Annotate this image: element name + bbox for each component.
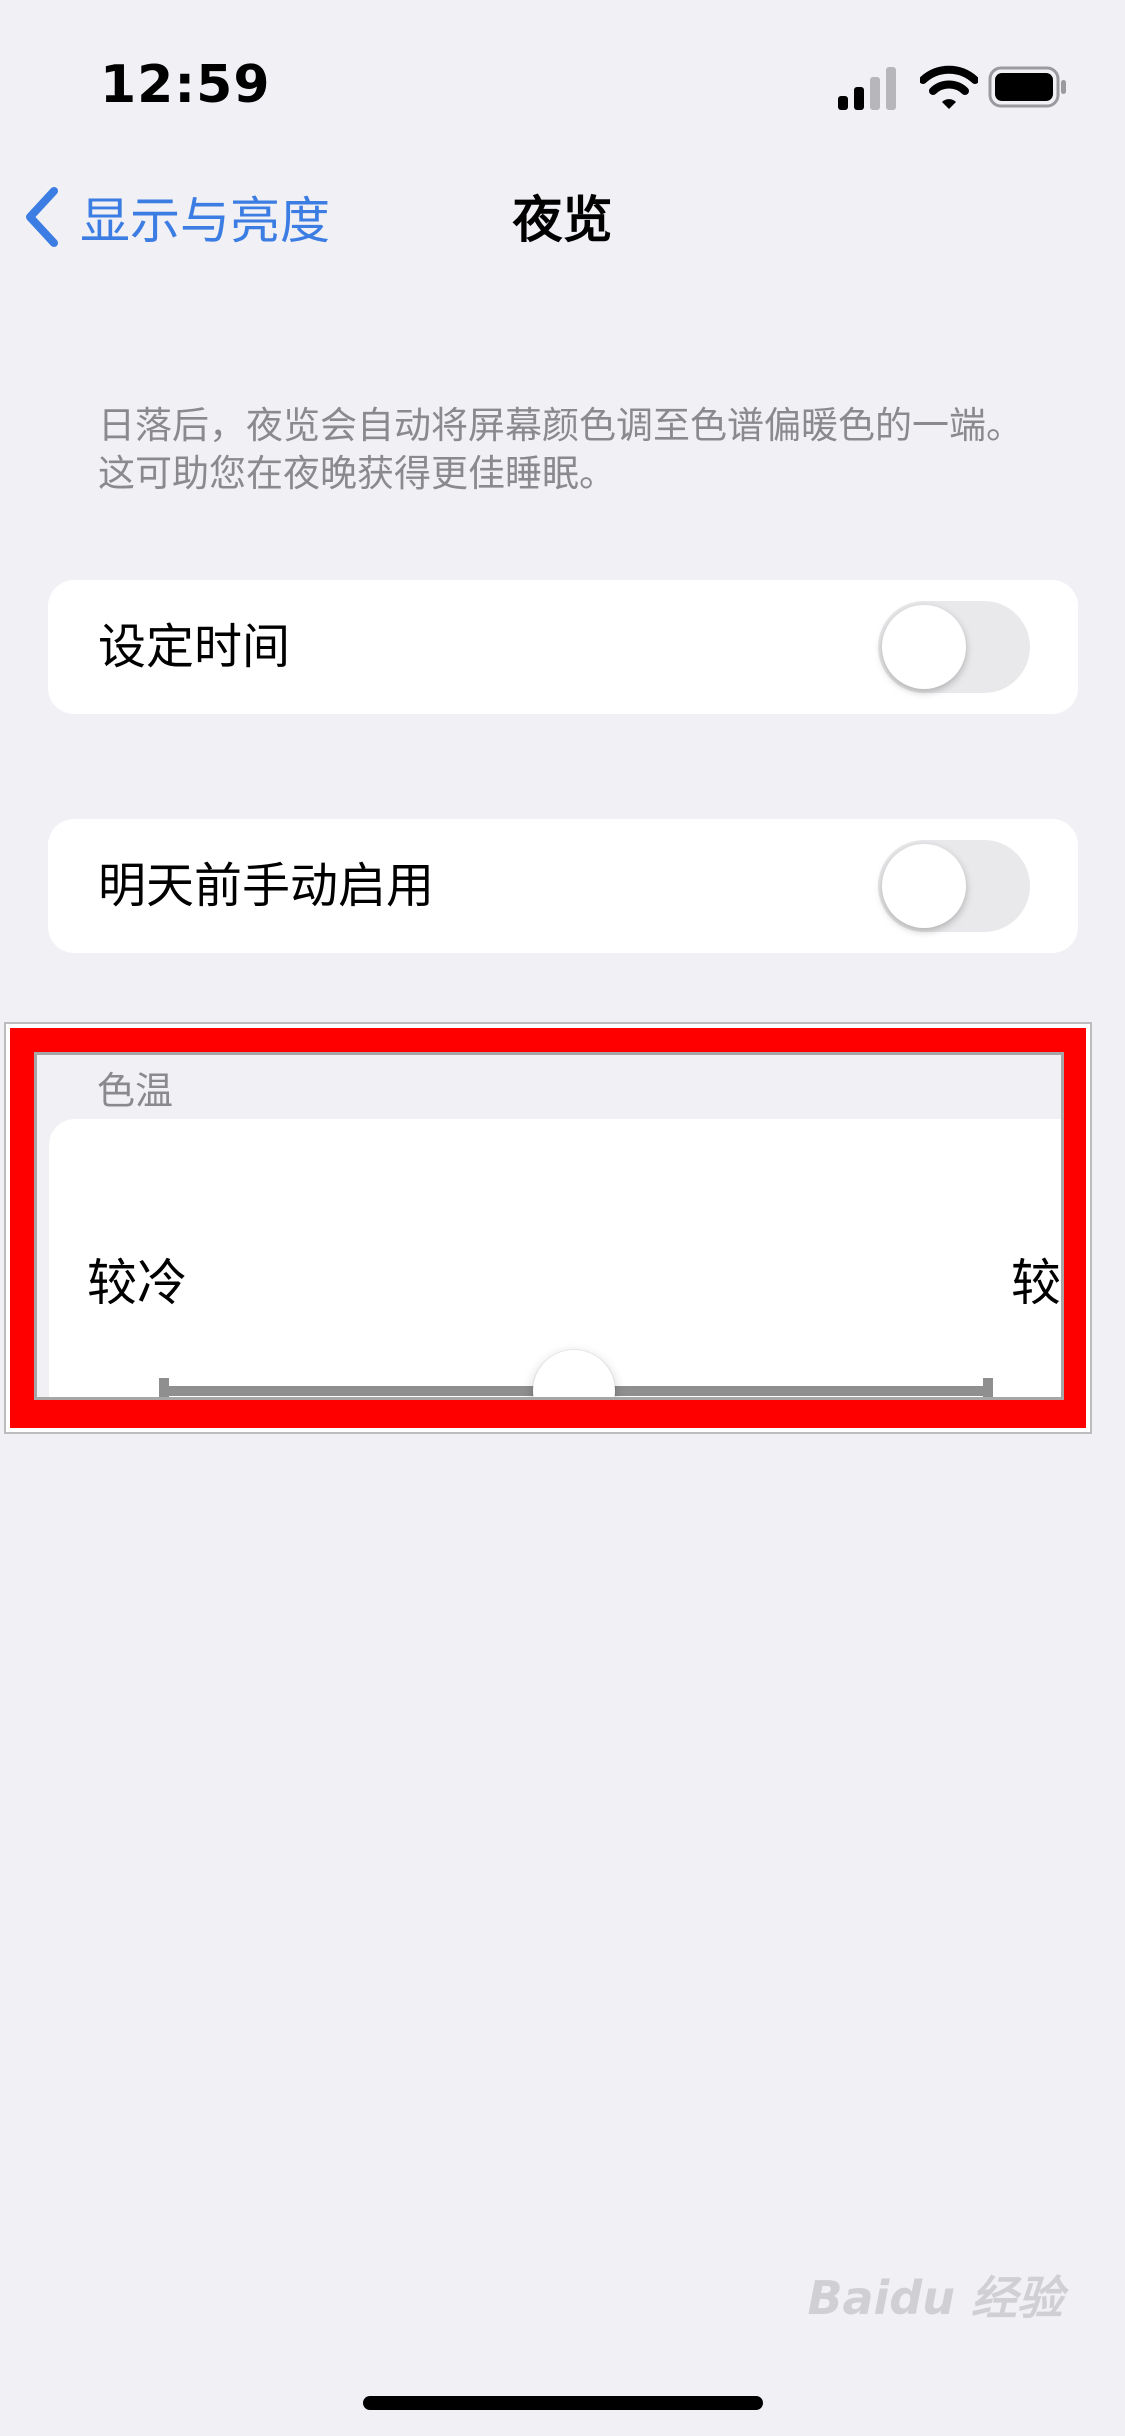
manual-enable-row: 明天前手动启用 (48, 819, 1078, 953)
home-indicator[interactable] (363, 2396, 763, 2410)
scheduled-row: 设定时间 (48, 580, 1078, 714)
wifi-icon (920, 65, 978, 109)
page-title: 夜览 (512, 191, 613, 249)
slider-max-cap (983, 1378, 993, 1397)
manual-enable-label: 明天前手动启用 (98, 858, 435, 914)
color-temperature-slider-thumb[interactable] (533, 1350, 615, 1397)
status-time: 12:59 (100, 55, 271, 115)
color-temperature-section: 色温 较冷 较暖 (34, 1052, 1064, 1400)
night-shift-description: 日落后，夜览会自动将屏幕颜色调至色谱偏暖色的一端。这可助您在夜晚获得更佳睡眠。 (98, 404, 1023, 495)
manual-enable-toggle[interactable] (878, 840, 1030, 932)
warmer-label: 较暖 (1011, 1254, 1061, 1312)
baidu-watermark: Baidu 经验 (807, 2271, 1063, 2325)
cooler-label: 较冷 (87, 1254, 187, 1312)
color-temperature-card: 较冷 较暖 (49, 1119, 1061, 1397)
color-temperature-header: 色温 (97, 1069, 174, 1113)
toggle-knob (882, 605, 966, 689)
toggle-knob (882, 844, 966, 928)
scheduled-label: 设定时间 (98, 619, 291, 675)
cellular-signal-icon (838, 67, 896, 110)
scheduled-toggle[interactable] (878, 601, 1030, 693)
battery-icon (988, 66, 1066, 108)
